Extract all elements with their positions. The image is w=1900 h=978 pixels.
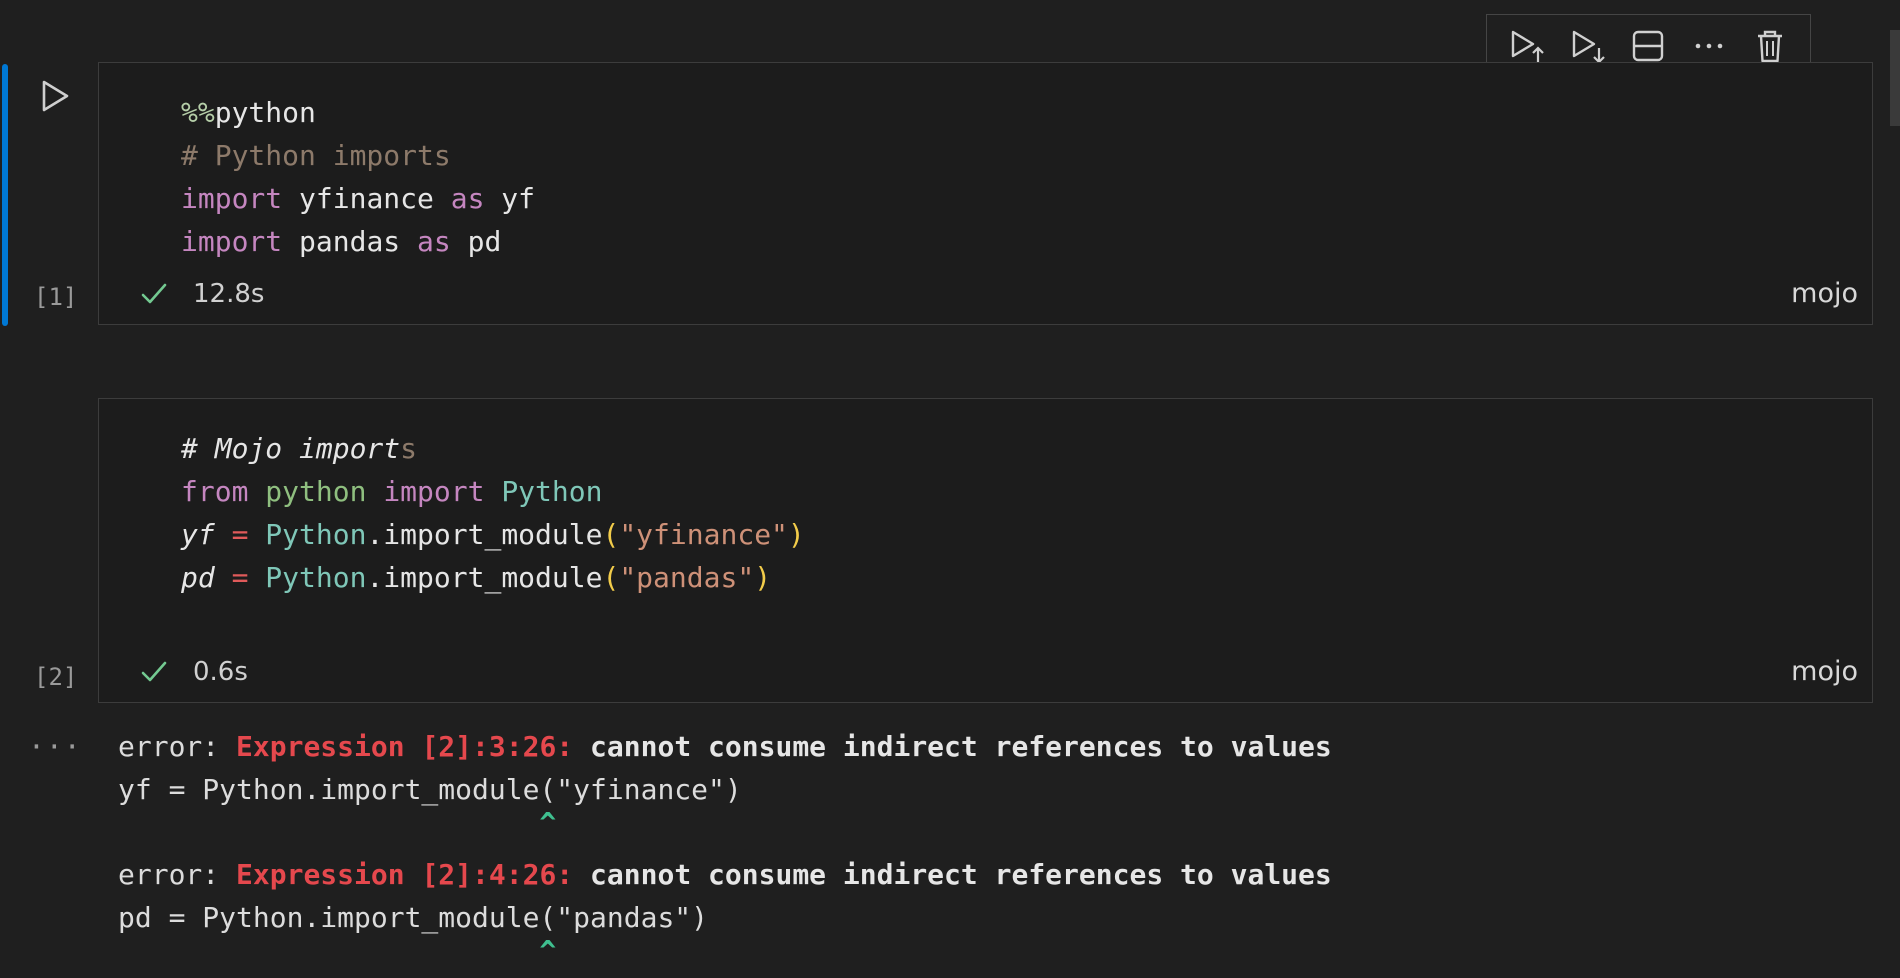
code-line: import yfinance as yf [181,177,535,220]
cell-2-editor[interactable]: # Mojo imports from python import Python y… [181,427,805,599]
code-token: "yfinance" [619,518,788,551]
code-token: ) [754,561,772,594]
error-caret: ^ [118,934,557,967]
cell-2-status: 0.6s [139,652,248,692]
code-line: pd = Python.import_module("pandas") [181,556,805,599]
error-caret: ^ [118,806,557,839]
code-token: # Python imports [181,139,451,172]
check-icon [141,283,167,304]
delete-icon [1757,30,1782,63]
code-token: = [231,518,249,551]
code-token: pandas [282,225,418,258]
run-below-icon [1572,30,1605,64]
cell-1-language-picker[interactable]: mojo [1791,274,1858,314]
code-token: Python [501,475,603,508]
code-token: python [265,475,367,508]
cell-1-duration: 12.8s [193,279,265,309]
split-cell-icon [1633,30,1664,62]
code-token: from [181,475,249,508]
check-icon [141,661,167,682]
code-token: # Mojo import [181,432,401,465]
error-message: cannot consume indirect references to va… [573,730,1332,763]
error-source-line: pd = Python.import_module("pandas") [118,901,709,934]
code-token: "pandas" [619,561,755,594]
code-line: %%python [181,91,535,134]
code-token: as [450,182,485,215]
error-message: cannot consume indirect references to va… [573,858,1332,891]
code-token: yf [484,182,536,215]
error-prefix: error: [118,730,237,763]
error-prefix: error: [118,858,237,891]
cell-2-output: error: Expression [2]:3:26: cannot consu… [118,725,1332,969]
code-token: python [214,96,316,129]
code-token: pd [450,225,502,258]
code-token: s [400,432,418,465]
code-token: .import_module [366,561,603,594]
error-spacer [118,841,1332,853]
code-token: = [231,561,249,594]
code-token: pd [181,561,215,594]
code-line: # Mojo imports [181,427,805,470]
code-token: Python [265,518,367,551]
code-token: import [181,225,283,258]
code-token: yfinance [282,182,451,215]
code-cell-1[interactable]: %%python # Python imports import yfinance … [98,62,1873,325]
more-actions-icon [1695,43,1723,49]
code-token: %% [181,96,215,129]
code-line: import pandas as pd [181,220,535,263]
error-source-line: yf = Python.import_module("yfinance") [118,773,742,806]
code-token: ( [602,518,620,551]
run-cell-button[interactable] [38,78,72,114]
cell-1-execution-count: [1] [34,283,78,311]
cell-1-editor[interactable]: %%python # Python imports import yfinance … [181,91,535,263]
code-token: as [417,225,451,258]
code-token: Python [265,561,367,594]
error-location: Expression [2]:4:26: [236,858,574,891]
code-token: import [181,182,283,215]
code-line: from python import Python [181,470,805,513]
code-token: ( [602,561,620,594]
code-token: import [383,475,485,508]
error-line: error: Expression [2]:4:26: cannot consu… [118,853,1332,896]
code-token: .import_module [366,518,603,551]
code-cell-2[interactable]: # Mojo imports from python import Python y… [98,398,1873,703]
output-more-actions-icon[interactable]: ··· [28,730,82,763]
cell-2-duration: 0.6s [193,657,248,687]
error-line: error: Expression [2]:3:26: cannot consu… [118,725,1332,768]
run-above-icon [1512,30,1545,62]
code-line: yf = Python.import_module("yfinance") [181,513,805,556]
run-icon [42,80,69,112]
error-location: Expression [2]:3:26: [236,730,574,763]
cell-1-status: 12.8s [139,274,264,314]
scrollbar[interactable] [1890,30,1900,126]
cell-focus-indicator [2,64,8,326]
cell-2-language-picker[interactable]: mojo [1791,652,1858,692]
code-token: yf [181,518,215,551]
code-token: ) [787,518,805,551]
cell-2-execution-count: [2] [34,663,78,691]
code-line: # Python imports [181,134,535,177]
